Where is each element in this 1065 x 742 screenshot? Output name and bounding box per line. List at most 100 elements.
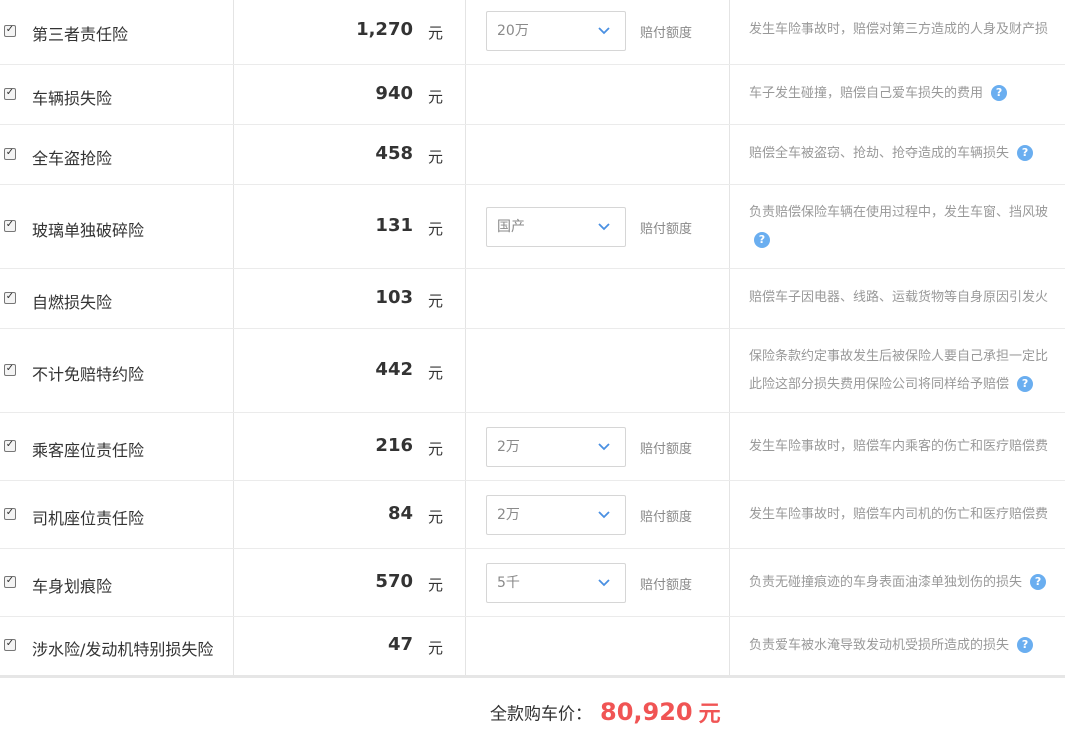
help-icon[interactable]: ?: [754, 231, 770, 248]
insurance-checkbox[interactable]: ✓: [4, 219, 16, 232]
column-divider: [729, 269, 730, 328]
insurance-name: 第三者责任险: [32, 25, 129, 44]
description-line: 发生车险事故时，赔偿车内乘客的伤亡和医疗赔偿费: [749, 439, 1049, 454]
coverage-select[interactable]: 5千: [486, 563, 626, 603]
coverage-limit-label: 赔付额度: [640, 578, 693, 593]
column-divider: [465, 549, 466, 616]
help-icon[interactable]: ?: [1017, 375, 1034, 392]
column-divider: [233, 481, 234, 548]
price-unit: 元: [428, 639, 444, 657]
insurance-price: 131: [375, 215, 413, 236]
coverage-limit-label: 赔付额度: [640, 510, 693, 525]
help-icon[interactable]: ?: [1030, 573, 1047, 590]
insurance-description: 负责无碰撞痕迹的车身表面油漆单独划伤的损失?: [749, 569, 1065, 597]
price-unit: 元: [428, 440, 444, 458]
help-icon[interactable]: ?: [991, 84, 1008, 101]
insurance-checkbox[interactable]: ✓: [4, 363, 16, 376]
total-price-currency: 元: [698, 702, 721, 727]
checkmark-icon: ✓: [5, 24, 15, 35]
checkmark-icon: ✓: [5, 219, 15, 230]
price-unit: 元: [428, 148, 444, 166]
insurance-table: ✓ 第三者责任险 1,270 元 20万 赔付额度 发生车险事故时，赔偿对第三方…: [0, 0, 1065, 678]
insurance-price: 103: [375, 287, 413, 308]
insurance-price: 216: [375, 435, 413, 456]
insurance-checkbox[interactable]: ✓: [4, 147, 16, 160]
description-line: 发生车险事故时，赔偿车内司机的伤亡和医疗赔偿费: [749, 507, 1049, 522]
column-divider: [729, 549, 730, 616]
price-unit: 元: [428, 364, 444, 382]
column-divider: [465, 413, 466, 480]
checkmark-icon: ✓: [5, 638, 15, 649]
description-text: 车子发生碰撞，赔偿自己爱车损失的费用: [749, 86, 984, 101]
insurance-name: 全车盗抢险: [32, 149, 113, 168]
description-line: 负责爱车被水淹导致发动机受损所造成的损失?: [749, 632, 1065, 660]
checkmark-icon: ✓: [5, 575, 15, 586]
checkmark-icon: ✓: [5, 87, 15, 98]
insurance-checkbox[interactable]: ✓: [4, 507, 16, 520]
coverage-select[interactable]: 2万: [486, 495, 626, 535]
total-price-amount: 80,920: [600, 698, 693, 726]
coverage-select-value: 国产: [497, 219, 525, 235]
insurance-price: 940: [375, 83, 413, 104]
price-unit: 元: [428, 576, 444, 594]
column-divider: [233, 0, 234, 64]
checkmark-icon: ✓: [5, 439, 15, 450]
column-divider: [729, 65, 730, 124]
insurance-name: 不计免赔特约险: [32, 365, 145, 384]
insurance-price: 47: [387, 634, 413, 655]
table-row: ✓ 全车盗抢险 458 元 赔偿全车被盗窃、抢劫、抢夺造成的车辆损失?: [0, 125, 1065, 185]
checkmark-icon: ✓: [5, 147, 15, 158]
insurance-name: 乘客座位责任险: [32, 441, 145, 460]
table-row: ✓ 司机座位责任险 84 元 2万 赔付额度 发生车险事故时，赔偿车内司机的伤亡…: [0, 481, 1065, 549]
help-icon[interactable]: ?: [1017, 636, 1034, 653]
insurance-price: 570: [375, 571, 413, 592]
column-divider: [729, 125, 730, 184]
column-divider: [465, 329, 466, 412]
coverage-select[interactable]: 20万: [486, 11, 626, 51]
insurance-checkbox[interactable]: ✓: [4, 439, 16, 452]
insurance-description: 发生车险事故时，赔偿对第三方造成的人身及财产损: [749, 16, 1065, 44]
description-line: 发生车险事故时，赔偿对第三方造成的人身及财产损: [749, 22, 1049, 37]
coverage-select[interactable]: 2万: [486, 427, 626, 467]
column-divider: [233, 269, 234, 328]
column-divider: [465, 617, 466, 675]
table-row: ✓ 车身划痕险 570 元 5千 赔付额度 负责无碰撞痕迹的车身表面油漆单独划伤…: [0, 549, 1065, 617]
price-unit: 元: [428, 220, 444, 238]
coverage-select-value: 2万: [497, 507, 520, 523]
column-divider: [729, 0, 730, 64]
insurance-page: ✓ 第三者责任险 1,270 元 20万 赔付额度 发生车险事故时，赔偿对第三方…: [0, 0, 1065, 742]
description-line: 车子发生碰撞，赔偿自己爱车损失的费用?: [749, 80, 1065, 108]
insurance-price: 84: [387, 503, 413, 524]
description-text: 此险这部分损失费用保险公司将同样给予赔偿: [749, 377, 1010, 392]
insurance-description: 负责爱车被水淹导致发动机受损所造成的损失?: [749, 632, 1065, 660]
chevron-down-icon: [598, 27, 610, 35]
insurance-description: 赔偿车子因电器、线路、运载货物等自身原因引发火: [749, 284, 1065, 312]
insurance-checkbox[interactable]: ✓: [4, 638, 16, 651]
column-divider: [465, 125, 466, 184]
help-icon[interactable]: ?: [1017, 144, 1034, 161]
insurance-description: 赔偿全车被盗窃、抢劫、抢夺造成的车辆损失?: [749, 140, 1065, 168]
column-divider: [233, 125, 234, 184]
column-divider: [729, 617, 730, 675]
insurance-name: 司机座位责任险: [32, 509, 145, 528]
coverage-select-value: 5千: [497, 575, 520, 591]
insurance-description: 保险条款约定事故发生后被保险人要自己承担一定比 此险这部分损失费用保险公司将同样…: [749, 343, 1065, 399]
insurance-name: 车身划痕险: [32, 577, 113, 596]
insurance-description: 发生车险事故时，赔偿车内司机的伤亡和医疗赔偿费: [749, 501, 1065, 529]
column-divider: [233, 329, 234, 412]
price-unit: 元: [428, 292, 444, 310]
column-divider: [233, 185, 234, 268]
table-row: ✓ 第三者责任险 1,270 元 20万 赔付额度 发生车险事故时，赔偿对第三方…: [0, 0, 1065, 65]
insurance-checkbox[interactable]: ✓: [4, 87, 16, 100]
price-unit: 元: [428, 88, 444, 106]
description-text: 负责无碰撞痕迹的车身表面油漆单独划伤的损失: [749, 575, 1023, 590]
insurance-checkbox[interactable]: ✓: [4, 24, 16, 37]
insurance-checkbox[interactable]: ✓: [4, 291, 16, 304]
coverage-limit-label: 赔付额度: [640, 222, 693, 237]
insurance-name: 玻璃单独破碎险: [32, 221, 145, 240]
insurance-name: 自燃损失险: [32, 293, 113, 312]
insurance-description: 发生车险事故时，赔偿车内乘客的伤亡和医疗赔偿费: [749, 433, 1065, 461]
coverage-select[interactable]: 国产: [486, 207, 626, 247]
insurance-checkbox[interactable]: ✓: [4, 575, 16, 588]
column-divider: [729, 413, 730, 480]
